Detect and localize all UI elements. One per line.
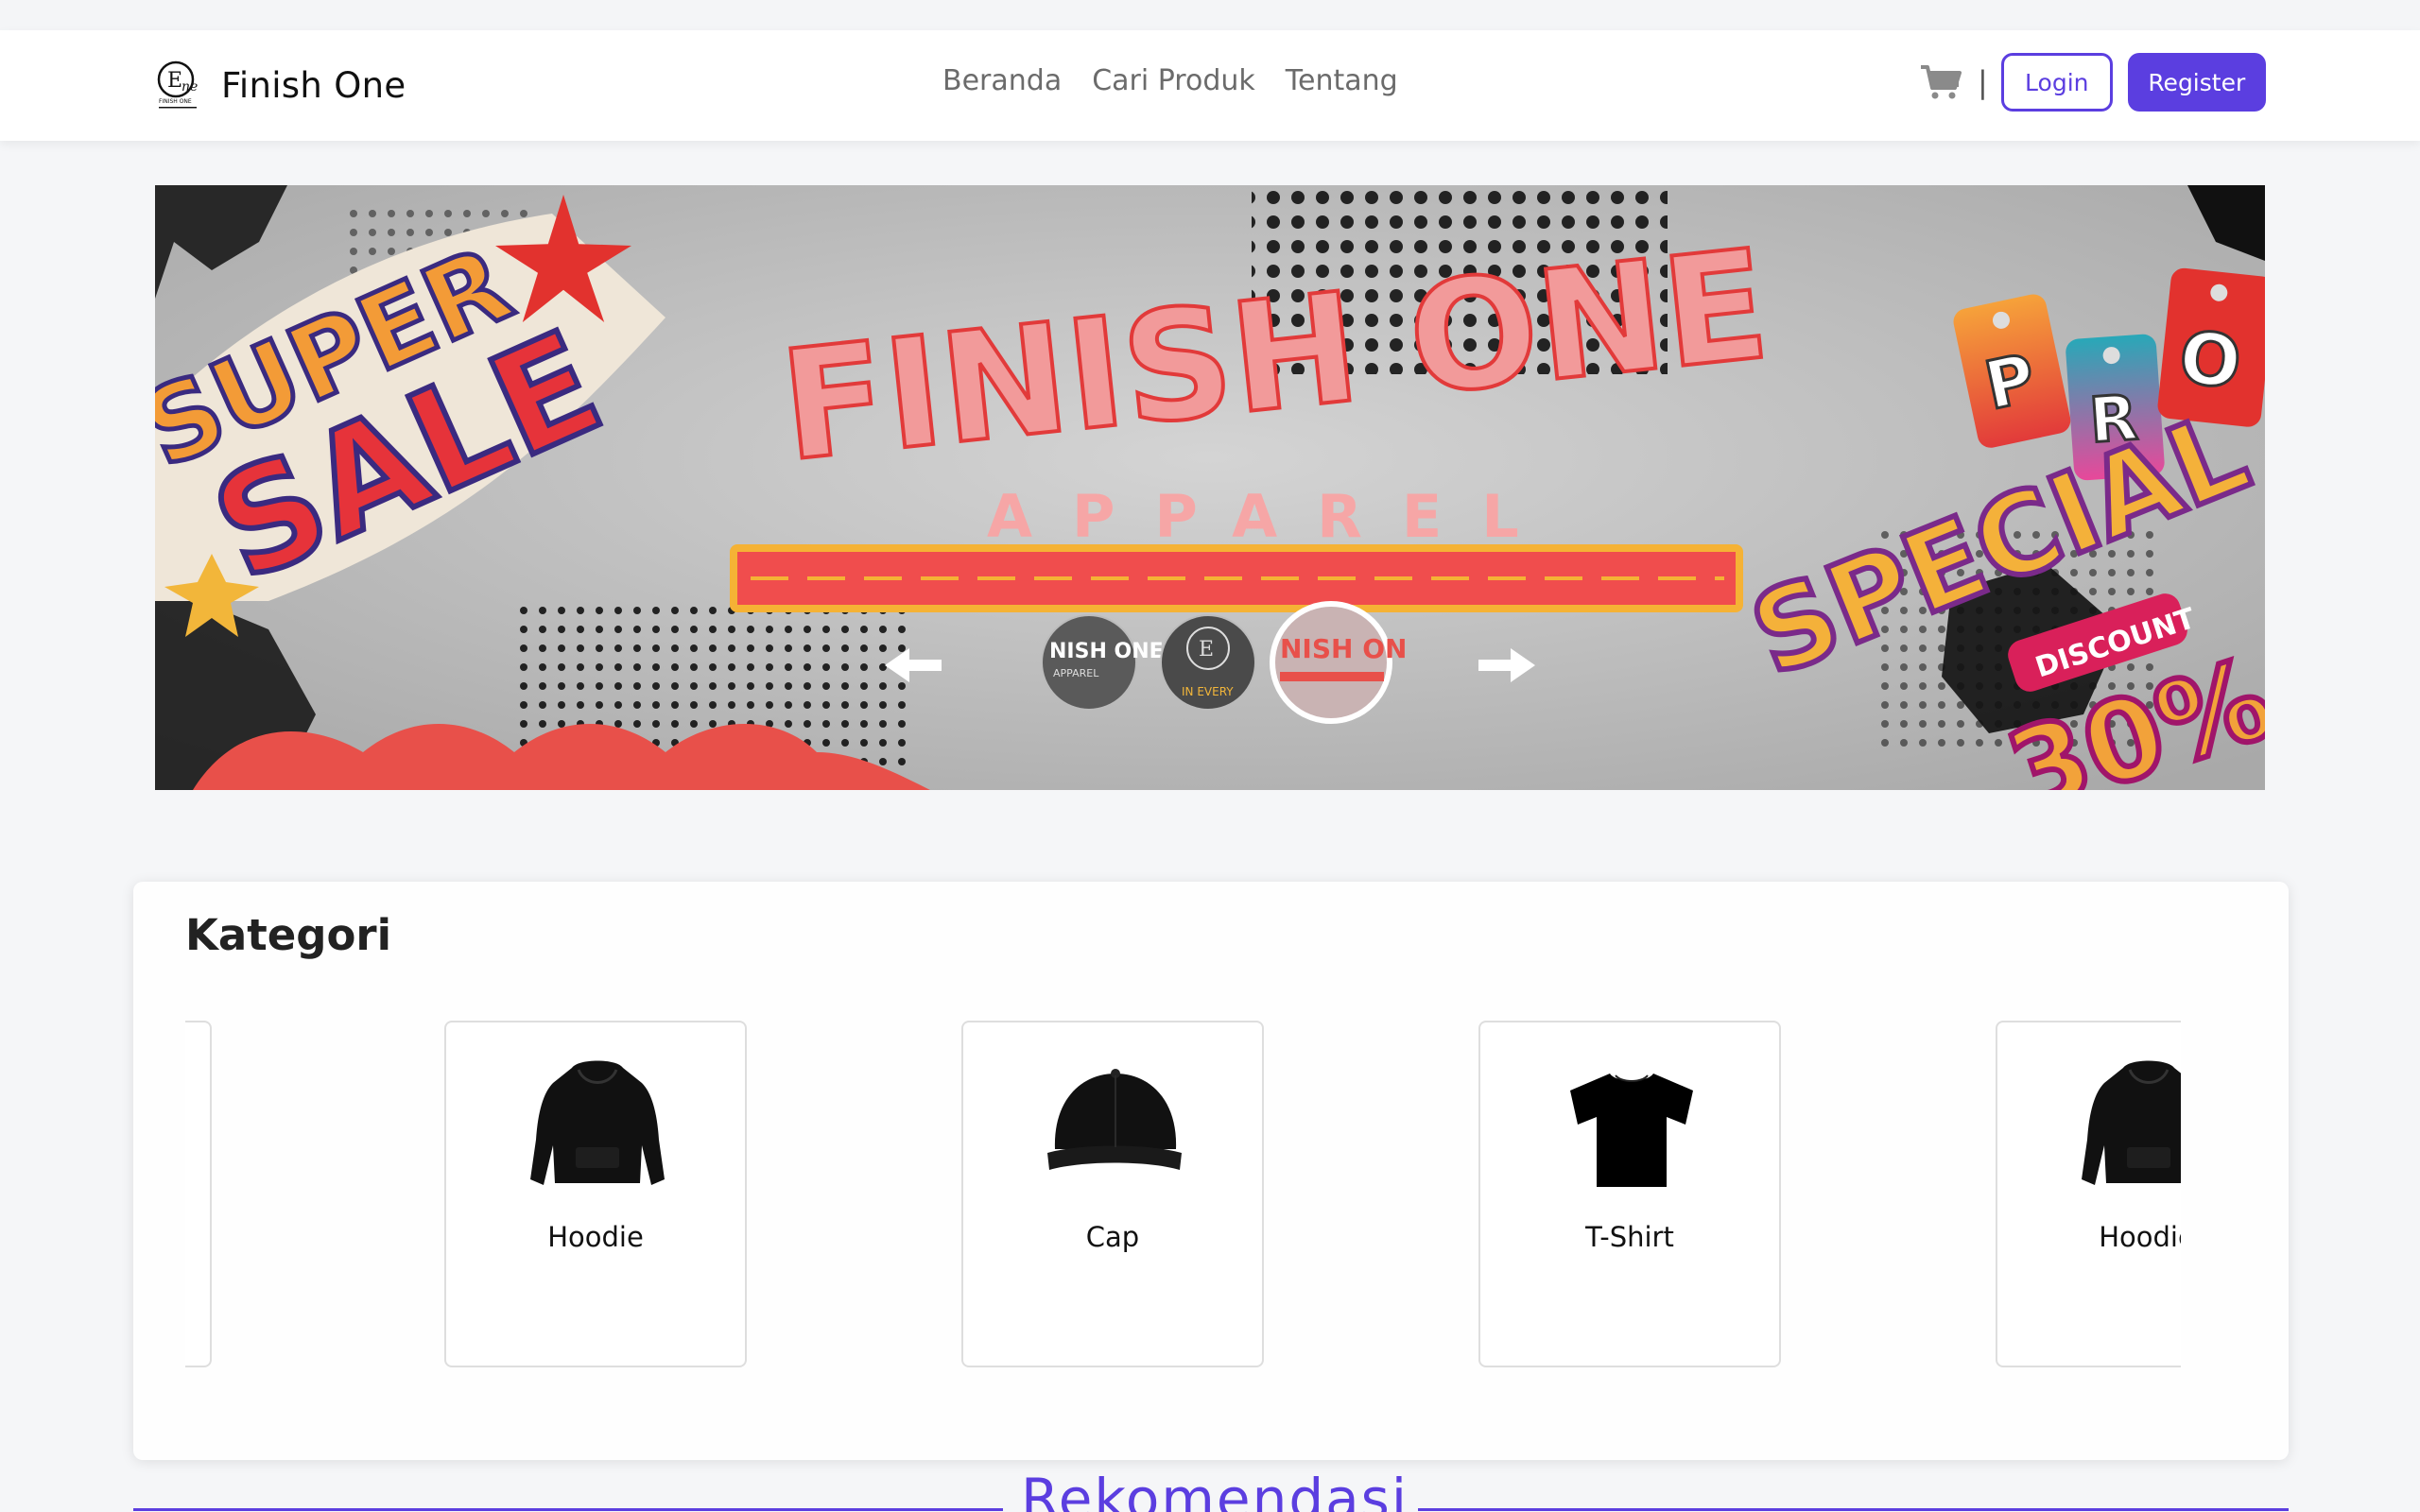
category-card-cap[interactable]: Cap	[961, 1021, 1264, 1367]
kategori-section: Kategori Hoodie Cap T-Shirt Hoodi	[133, 882, 2289, 1460]
svg-text:NISH ONE: NISH ONE	[1049, 640, 1164, 663]
brand-link[interactable]: E ne FINISH ONE Finish One	[155, 59, 406, 112]
kategori-carousel: Hoodie Cap T-Shirt Hoodie	[185, 1021, 2181, 1375]
svg-text:APPAREL: APPAREL	[987, 482, 1559, 551]
svg-text:FINISH ONE: FINISH ONE	[159, 98, 192, 105]
carousel-thumb-2[interactable]: E IN EVERY	[1160, 614, 1256, 711]
brand-logo: E ne FINISH ONE	[157, 60, 198, 109]
svg-text:E: E	[167, 69, 182, 93]
svg-text:ne: ne	[182, 79, 198, 94]
category-card-partial[interactable]	[185, 1021, 212, 1367]
svg-text:NISH ON: NISH ON	[1280, 633, 1407, 664]
register-button[interactable]: Register	[2127, 53, 2266, 112]
category-label: Cap	[1085, 1221, 1140, 1253]
nav-separator: |	[1978, 64, 1988, 100]
top-strip	[0, 0, 2420, 30]
svg-text:IN EVERY: IN EVERY	[1182, 685, 1234, 698]
category-label: Hoodie	[547, 1221, 644, 1253]
promo-banner: SUPER SALE FINISH ONE APPAREL P R O SPEC…	[155, 185, 2265, 790]
svg-text:APPAREL: APPAREL	[1053, 667, 1099, 679]
nav-link-cari-produk[interactable]: Cari Produk	[1092, 64, 1255, 97]
banner-image: SUPER SALE FINISH ONE APPAREL P R O SPEC…	[155, 185, 2265, 790]
category-label: T-Shirt	[1585, 1221, 1674, 1253]
category-card-tshirt[interactable]: T-Shirt	[1478, 1021, 1781, 1367]
category-card-hoodie[interactable]: Hoodie	[444, 1021, 747, 1367]
nav-right: | Login Register	[1919, 53, 2266, 112]
hoodie-icon	[2082, 1060, 2181, 1185]
tshirt-icon	[1570, 1074, 1693, 1187]
nav-link-tentang[interactable]: Tentang	[1286, 64, 1398, 97]
rekomendasi-divider-left	[133, 1508, 1003, 1511]
category-card-hoodie-2[interactable]: Hoodie	[1996, 1021, 2181, 1367]
nav-link-beranda[interactable]: Beranda	[942, 64, 1062, 97]
svg-text:E: E	[1199, 638, 1214, 662]
cap-icon	[1047, 1069, 1182, 1170]
category-label: Hoodie	[2099, 1221, 2181, 1253]
brand-name: Finish One	[221, 64, 406, 106]
hoodie-icon	[530, 1060, 665, 1185]
cart-icon[interactable]	[1919, 63, 1962, 101]
navbar: E ne FINISH ONE Finish One Beranda Cari …	[0, 30, 2420, 141]
nav-links: Beranda Cari Produk Tentang	[942, 64, 1398, 97]
rekomendasi-divider-right	[1418, 1508, 2289, 1511]
kategori-title: Kategori	[185, 910, 392, 960]
login-button[interactable]: Login	[2000, 53, 2113, 112]
rekomendasi-title: Rekomendasi	[1021, 1467, 1409, 1512]
